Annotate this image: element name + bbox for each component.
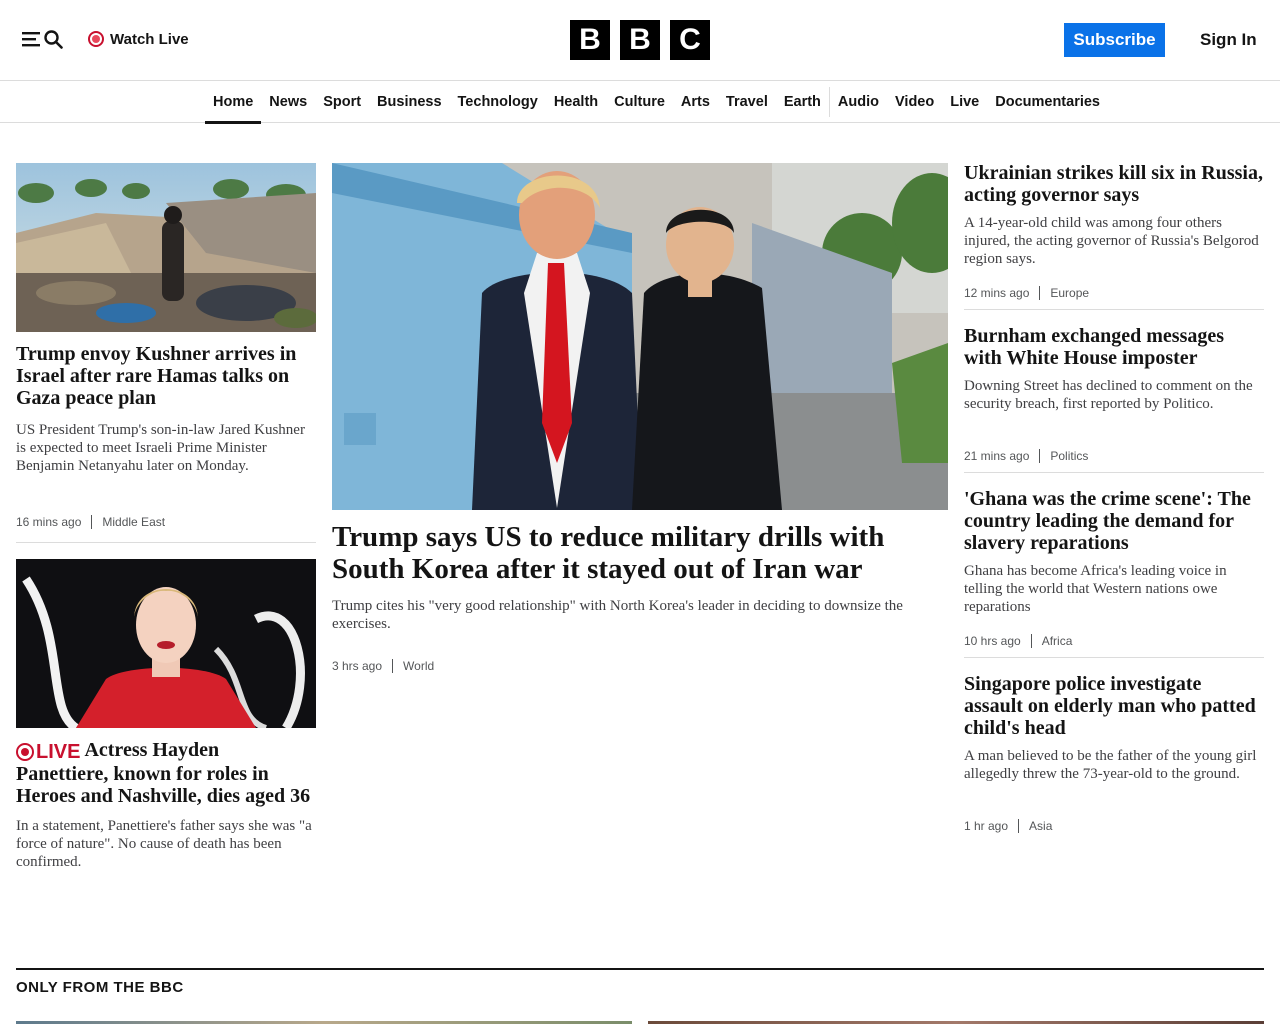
story-divider bbox=[964, 309, 1264, 310]
story-headline-singapore[interactable]: Singapore police investigate assault on … bbox=[964, 673, 1264, 739]
story-category-link[interactable]: Politics bbox=[1039, 449, 1088, 463]
nav-item-news[interactable]: News bbox=[261, 81, 315, 123]
nav-item-health[interactable]: Health bbox=[546, 81, 606, 123]
nav-item-technology[interactable]: Technology bbox=[450, 81, 546, 123]
nav-list: Home News Sport Business Technology Heal… bbox=[205, 81, 1108, 124]
story-headline-burnham[interactable]: Burnham exchanged messages with White Ho… bbox=[964, 325, 1264, 369]
story-time: 12 mins ago bbox=[964, 286, 1030, 300]
story-meta-ghana: 10 hrs ago Africa bbox=[964, 633, 1072, 649]
story-divider bbox=[964, 472, 1264, 473]
live-dot-icon bbox=[88, 31, 104, 47]
live-icon bbox=[16, 743, 34, 761]
menu-icon bbox=[22, 32, 40, 47]
story-divider bbox=[964, 657, 1264, 658]
live-badge: LIVE bbox=[16, 741, 80, 763]
story-headline-panettiere[interactable]: LIVE Actress Hayden Panettiere, known for… bbox=[16, 739, 316, 807]
story-meta-ukraine: 12 mins ago Europe bbox=[964, 285, 1089, 301]
story-summary-burnham: Downing Street has declined to comment o… bbox=[964, 378, 1253, 412]
nav-item-video[interactable]: Video bbox=[887, 81, 942, 123]
story-image-trump-kim[interactable] bbox=[332, 163, 948, 510]
story-time: 10 hrs ago bbox=[964, 634, 1021, 648]
portrait-photo-illustration bbox=[16, 559, 316, 728]
logo-letter-b2: B bbox=[620, 20, 660, 60]
sign-in-button[interactable]: Sign In bbox=[1186, 28, 1271, 52]
nav-item-travel[interactable]: Travel bbox=[718, 81, 776, 123]
story-time: 1 hr ago bbox=[964, 819, 1009, 833]
nav-item-arts[interactable]: Arts bbox=[673, 81, 718, 123]
story-headline-kushner[interactable]: Trump envoy Kushner arrives in Israel af… bbox=[16, 343, 316, 409]
story-time: 3 hrs ago bbox=[332, 659, 383, 673]
main-story-meta: 3 hrs ago World bbox=[332, 658, 434, 674]
nav-item-culture[interactable]: Culture bbox=[606, 81, 673, 123]
story-category-link[interactable]: World bbox=[392, 659, 434, 673]
nav-item-documentaries[interactable]: Documentaries bbox=[987, 81, 1108, 123]
watch-live-label: Watch Live bbox=[110, 30, 189, 48]
logo-letter-b1: B bbox=[570, 20, 610, 60]
story-time: 21 mins ago bbox=[964, 449, 1030, 463]
story-summary-kushner: US President Trump's son-in-law Jared Ku… bbox=[16, 422, 305, 474]
story-meta-kushner: 16 mins ago Middle East bbox=[16, 514, 165, 530]
main-story-summary: Trump cites his "very good relationship"… bbox=[332, 598, 903, 632]
section-rule bbox=[16, 968, 1264, 970]
search-icon bbox=[44, 30, 63, 49]
story-category-link[interactable]: Asia bbox=[1018, 819, 1052, 833]
nav-item-home[interactable]: Home bbox=[205, 81, 262, 124]
watch-live-link[interactable]: Watch Live bbox=[88, 29, 189, 49]
trump-kim-photo-illustration bbox=[332, 163, 948, 510]
live-badge-label: LIVE bbox=[36, 741, 81, 763]
nav-item-business[interactable]: Business bbox=[369, 81, 449, 123]
gaza-photo-illustration bbox=[16, 163, 316, 332]
nav-item-earth[interactable]: Earth bbox=[776, 81, 829, 123]
nav-item-sport[interactable]: Sport bbox=[315, 81, 369, 123]
story-headline-ghana[interactable]: 'Ghana was the crime scene': The country… bbox=[964, 488, 1264, 554]
nav-item-live[interactable]: Live bbox=[942, 81, 987, 123]
subscribe-button[interactable]: Subscribe bbox=[1064, 23, 1165, 57]
bbc-logo[interactable]: B B C bbox=[570, 20, 710, 60]
story-summary-panettiere: In a statement, Panettiere's father says… bbox=[16, 818, 312, 870]
site-header: Watch Live B B C Subscribe Sign In bbox=[0, 0, 1280, 81]
main-story-headline[interactable]: Trump says US to reduce military drills … bbox=[332, 521, 948, 585]
story-divider bbox=[16, 542, 316, 543]
story-meta-singapore: 1 hr ago Asia bbox=[964, 818, 1052, 834]
story-summary-ghana: Ghana has become Africa's leading voice … bbox=[964, 563, 1227, 615]
story-category-link[interactable]: Middle East bbox=[91, 515, 165, 529]
story-summary-singapore: A man believed to be the father of the y… bbox=[964, 748, 1257, 782]
story-image-gaza[interactable] bbox=[16, 163, 316, 332]
nav-item-audio[interactable]: Audio bbox=[830, 81, 887, 123]
logo-letter-c: C bbox=[670, 20, 710, 60]
story-image-panettiere[interactable] bbox=[16, 559, 316, 728]
main-nav: Home News Sport Business Technology Heal… bbox=[0, 81, 1280, 124]
story-headline-ukraine[interactable]: Ukrainian strikes kill six in Russia, ac… bbox=[964, 162, 1264, 206]
story-summary-ukraine: A 14-year-old child was among four other… bbox=[964, 215, 1259, 267]
section-title: ONLY FROM THE BBC bbox=[16, 979, 184, 996]
story-category-link[interactable]: Europe bbox=[1039, 286, 1089, 300]
menu-search-button[interactable] bbox=[22, 28, 64, 50]
story-category-link[interactable]: Africa bbox=[1030, 634, 1072, 648]
story-time: 16 mins ago bbox=[16, 515, 82, 529]
story-meta-burnham: 21 mins ago Politics bbox=[964, 448, 1088, 464]
